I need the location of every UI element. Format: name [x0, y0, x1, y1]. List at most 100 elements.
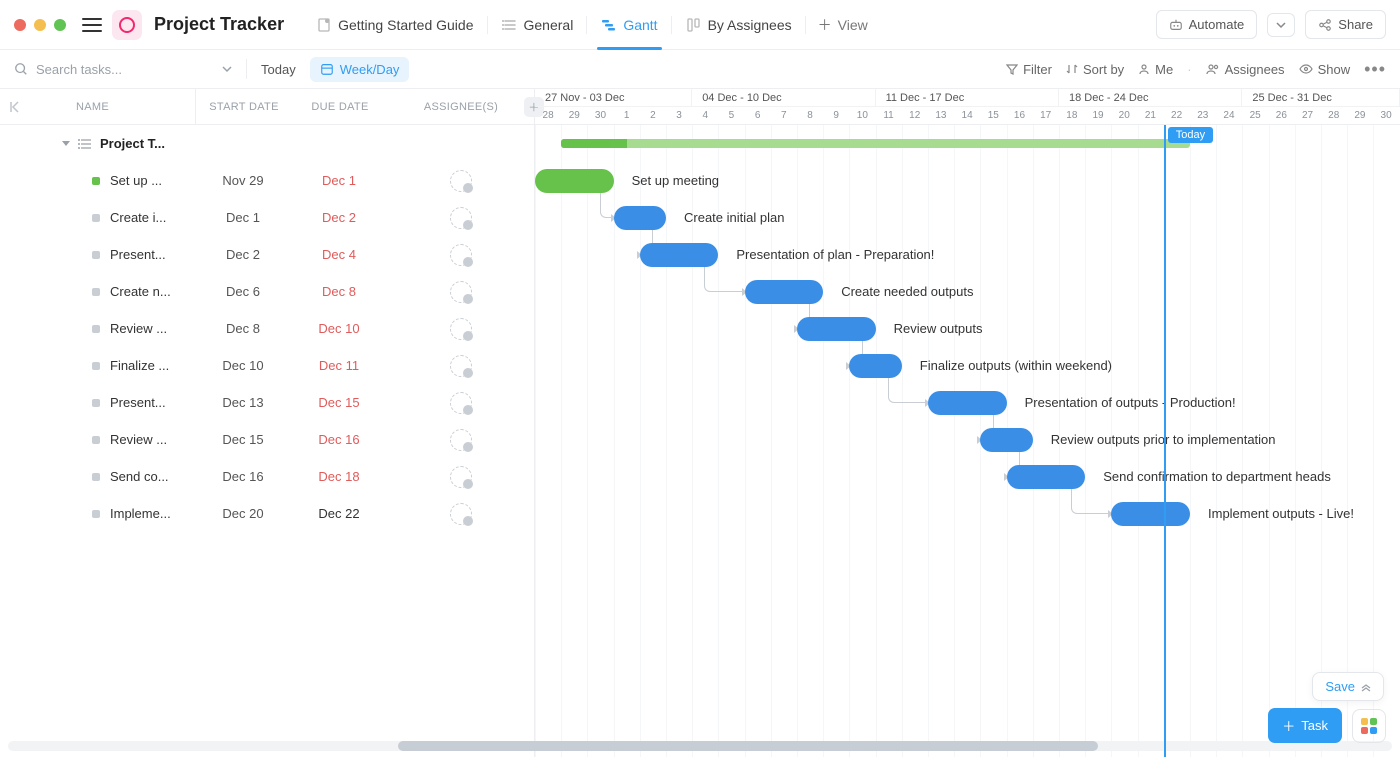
gantt-bar[interactable]: [535, 169, 614, 193]
add-assignee-icon[interactable]: [450, 318, 472, 340]
task-group-row[interactable]: Project T...: [0, 125, 534, 162]
close-window-icon[interactable]: [14, 19, 26, 31]
task-due-date[interactable]: Dec 11: [291, 358, 387, 373]
task-row[interactable]: Send co... Dec 16 Dec 18: [0, 458, 534, 495]
add-assignee-icon[interactable]: [450, 503, 472, 525]
task-row[interactable]: Review ... Dec 8 Dec 10: [0, 310, 534, 347]
scroll-thumb[interactable]: [398, 741, 1098, 751]
sortby-button[interactable]: Sort by: [1066, 62, 1124, 77]
show-button[interactable]: Show: [1299, 62, 1351, 77]
gantt-bar[interactable]: [1007, 465, 1086, 489]
task-due-date[interactable]: Dec 10: [291, 321, 387, 336]
task-row[interactable]: Set up ... Nov 29 Dec 1: [0, 162, 534, 199]
project-logo[interactable]: [112, 10, 142, 40]
gantt-bar[interactable]: [797, 317, 876, 341]
tab-general[interactable]: General: [488, 0, 588, 50]
tab-getting-started[interactable]: Getting Started Guide: [302, 0, 487, 50]
maximize-window-icon[interactable]: [54, 19, 66, 31]
add-assignee-icon[interactable]: [450, 207, 472, 229]
task-assignee[interactable]: [387, 429, 534, 451]
today-button[interactable]: Today: [261, 62, 296, 77]
task-assignee[interactable]: [387, 281, 534, 303]
task-row[interactable]: Impleme... Dec 20 Dec 22: [0, 495, 534, 532]
task-due-date[interactable]: Dec 2: [291, 210, 387, 225]
assignees-filter[interactable]: Assignees: [1206, 62, 1285, 77]
add-assignee-icon[interactable]: [450, 355, 472, 377]
task-start-date[interactable]: Dec 20: [195, 506, 291, 521]
status-square[interactable]: [92, 214, 100, 222]
status-square[interactable]: [92, 436, 100, 444]
status-square[interactable]: [92, 362, 100, 370]
gantt-bar[interactable]: [745, 280, 824, 304]
add-assignee-icon[interactable]: [450, 281, 472, 303]
task-row[interactable]: Finalize ... Dec 10 Dec 11: [0, 347, 534, 384]
gantt-body[interactable]: TodaySet up meetingCreate initial planPr…: [535, 125, 1400, 757]
task-assignee[interactable]: [387, 503, 534, 525]
summary-bar[interactable]: [561, 139, 1190, 148]
filter-button[interactable]: Filter: [1006, 62, 1052, 77]
task-assignee[interactable]: [387, 207, 534, 229]
timescale-button[interactable]: Week/Day: [310, 57, 410, 82]
task-assignee[interactable]: [387, 466, 534, 488]
automate-dropdown[interactable]: [1267, 13, 1295, 37]
add-view-button[interactable]: ＋ View: [806, 15, 880, 35]
me-filter[interactable]: Me: [1138, 62, 1173, 77]
status-square[interactable]: [92, 399, 100, 407]
gantt-bar[interactable]: [980, 428, 1032, 452]
task-due-date[interactable]: Dec 18: [291, 469, 387, 484]
tab-by-assignees[interactable]: By Assignees: [672, 0, 806, 50]
status-square[interactable]: [92, 177, 100, 185]
gantt-bar[interactable]: [1111, 502, 1190, 526]
gantt-bar[interactable]: [849, 354, 901, 378]
task-assignee[interactable]: [387, 244, 534, 266]
task-due-date[interactable]: Dec 22: [291, 506, 387, 521]
task-assignee[interactable]: [387, 355, 534, 377]
collapse-icon[interactable]: [62, 141, 70, 146]
status-square[interactable]: [92, 288, 100, 296]
task-assignee[interactable]: [387, 170, 534, 192]
save-button[interactable]: Save: [1312, 672, 1384, 701]
status-square[interactable]: [92, 325, 100, 333]
status-square[interactable]: [92, 251, 100, 259]
task-row[interactable]: Present... Dec 13 Dec 15: [0, 384, 534, 421]
task-start-date[interactable]: Dec 1: [195, 210, 291, 225]
more-menu[interactable]: •••: [1364, 59, 1386, 80]
task-start-date[interactable]: Nov 29: [195, 173, 291, 188]
task-assignee[interactable]: [387, 392, 534, 414]
task-due-date[interactable]: Dec 1: [291, 173, 387, 188]
col-name[interactable]: NAME: [32, 101, 195, 113]
gantt-bar[interactable]: [640, 243, 719, 267]
new-task-button[interactable]: ＋ Task: [1268, 708, 1342, 743]
task-start-date[interactable]: Dec 15: [195, 432, 291, 447]
chevron-down-icon[interactable]: [222, 64, 232, 74]
add-assignee-icon[interactable]: [450, 429, 472, 451]
apps-button[interactable]: [1352, 709, 1386, 743]
gantt-bar[interactable]: [928, 391, 1007, 415]
status-square[interactable]: [92, 473, 100, 481]
minimize-window-icon[interactable]: [34, 19, 46, 31]
gantt-bar[interactable]: [614, 206, 666, 230]
task-start-date[interactable]: Dec 16: [195, 469, 291, 484]
task-start-date[interactable]: Dec 8: [195, 321, 291, 336]
tab-gantt[interactable]: Gantt: [587, 0, 671, 50]
collapse-panel-icon[interactable]: [0, 100, 32, 114]
search-input[interactable]: [36, 62, 176, 77]
task-row[interactable]: Create n... Dec 6 Dec 8: [0, 273, 534, 310]
col-due[interactable]: Due Date: [292, 101, 388, 113]
add-assignee-icon[interactable]: [450, 170, 472, 192]
search-box[interactable]: [14, 62, 232, 77]
task-row[interactable]: Present... Dec 2 Dec 4: [0, 236, 534, 273]
task-start-date[interactable]: Dec 10: [195, 358, 291, 373]
task-row[interactable]: Create i... Dec 1 Dec 2: [0, 199, 534, 236]
horizontal-scrollbar[interactable]: [8, 741, 1392, 751]
col-start[interactable]: Start Date: [196, 101, 292, 113]
task-row[interactable]: Review ... Dec 15 Dec 16: [0, 421, 534, 458]
task-due-date[interactable]: Dec 4: [291, 247, 387, 262]
task-due-date[interactable]: Dec 8: [291, 284, 387, 299]
col-assignee[interactable]: Assignee(s): [388, 101, 534, 113]
hamburger-icon[interactable]: [82, 17, 102, 33]
task-assignee[interactable]: [387, 318, 534, 340]
task-due-date[interactable]: Dec 16: [291, 432, 387, 447]
add-assignee-icon[interactable]: [450, 466, 472, 488]
task-due-date[interactable]: Dec 15: [291, 395, 387, 410]
